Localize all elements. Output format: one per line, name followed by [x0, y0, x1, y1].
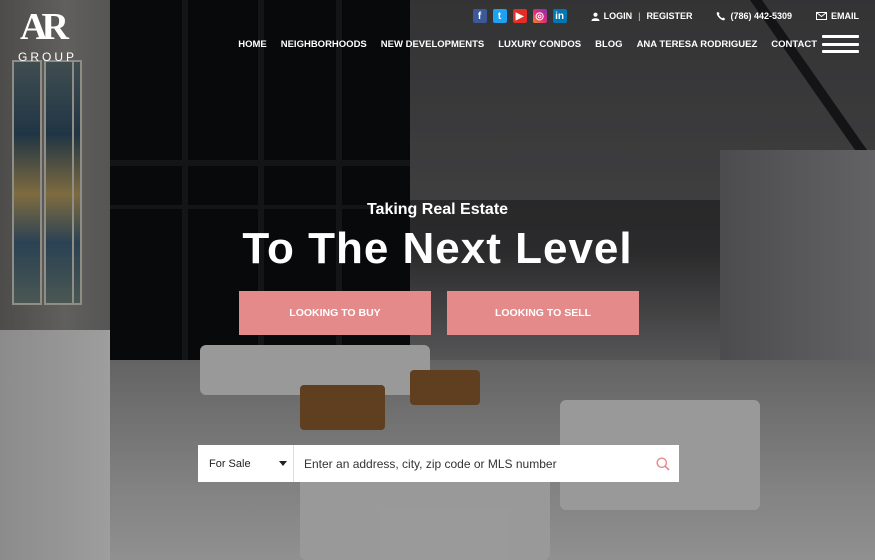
looking-to-sell-button[interactable]: LOOKING TO SELL: [447, 291, 639, 335]
hero-headline: To The Next Level: [242, 224, 633, 273]
facebook-icon[interactable]: f: [472, 9, 487, 23]
login-separator: |: [638, 11, 641, 21]
top-utility-bar: f t ▶ ◎ in LOGIN | REGISTER (786) 442-53…: [472, 8, 859, 24]
nav-item-luxury-condos[interactable]: LUXURY CONDOS: [498, 39, 581, 50]
phone-link[interactable]: (786) 442-5309: [716, 11, 792, 21]
hero-tagline: Taking Real Estate: [366, 201, 509, 218]
login-label: LOGIN: [603, 11, 633, 21]
instagram-icon[interactable]: ◎: [532, 9, 547, 23]
user-icon: [591, 12, 600, 21]
logo-wordmark: GROUP: [18, 50, 78, 64]
caret-down-icon: [279, 461, 287, 466]
nav-item-ana-teresa-rodriguez[interactable]: ANA TERESA RODRIGUEZ: [637, 39, 758, 50]
nav-item-home[interactable]: HOME: [238, 39, 267, 50]
nav-item-blog[interactable]: BLOG: [595, 39, 622, 50]
envelope-icon: [816, 12, 827, 20]
login-link[interactable]: LOGIN: [591, 11, 633, 21]
phone-number: (786) 442-5309: [730, 11, 792, 21]
linkedin-icon[interactable]: in: [552, 9, 567, 23]
register-link[interactable]: REGISTER: [646, 11, 692, 21]
phone-icon: [717, 11, 726, 21]
listing-type-select[interactable]: For Sale: [198, 445, 294, 482]
main-nav: HOME NEIGHBORHOODS NEW DEVELOPMENTS LUXU…: [238, 39, 817, 50]
search-icon: [656, 457, 670, 471]
hamburger-icon[interactable]: [822, 35, 859, 53]
brand-logo[interactable]: AR GROUP: [18, 8, 74, 64]
looking-to-buy-button[interactable]: LOOKING TO BUY: [239, 291, 431, 335]
email-label: EMAIL: [831, 11, 859, 21]
nav-item-neighborhoods[interactable]: NEIGHBORHOODS: [281, 39, 367, 50]
youtube-icon[interactable]: ▶: [512, 9, 527, 23]
email-link[interactable]: EMAIL: [816, 11, 859, 21]
search-input[interactable]: [294, 445, 647, 482]
logo-mark: AR: [20, 6, 69, 48]
listing-type-value: For Sale: [209, 457, 251, 470]
nav-item-new-developments[interactable]: NEW DEVELOPMENTS: [381, 39, 484, 50]
nav-item-contact[interactable]: CONTACT: [771, 39, 817, 50]
register-label: REGISTER: [646, 11, 693, 21]
property-search-bar: For Sale: [198, 445, 679, 482]
search-button[interactable]: [647, 445, 679, 482]
twitter-icon[interactable]: t: [492, 9, 507, 23]
